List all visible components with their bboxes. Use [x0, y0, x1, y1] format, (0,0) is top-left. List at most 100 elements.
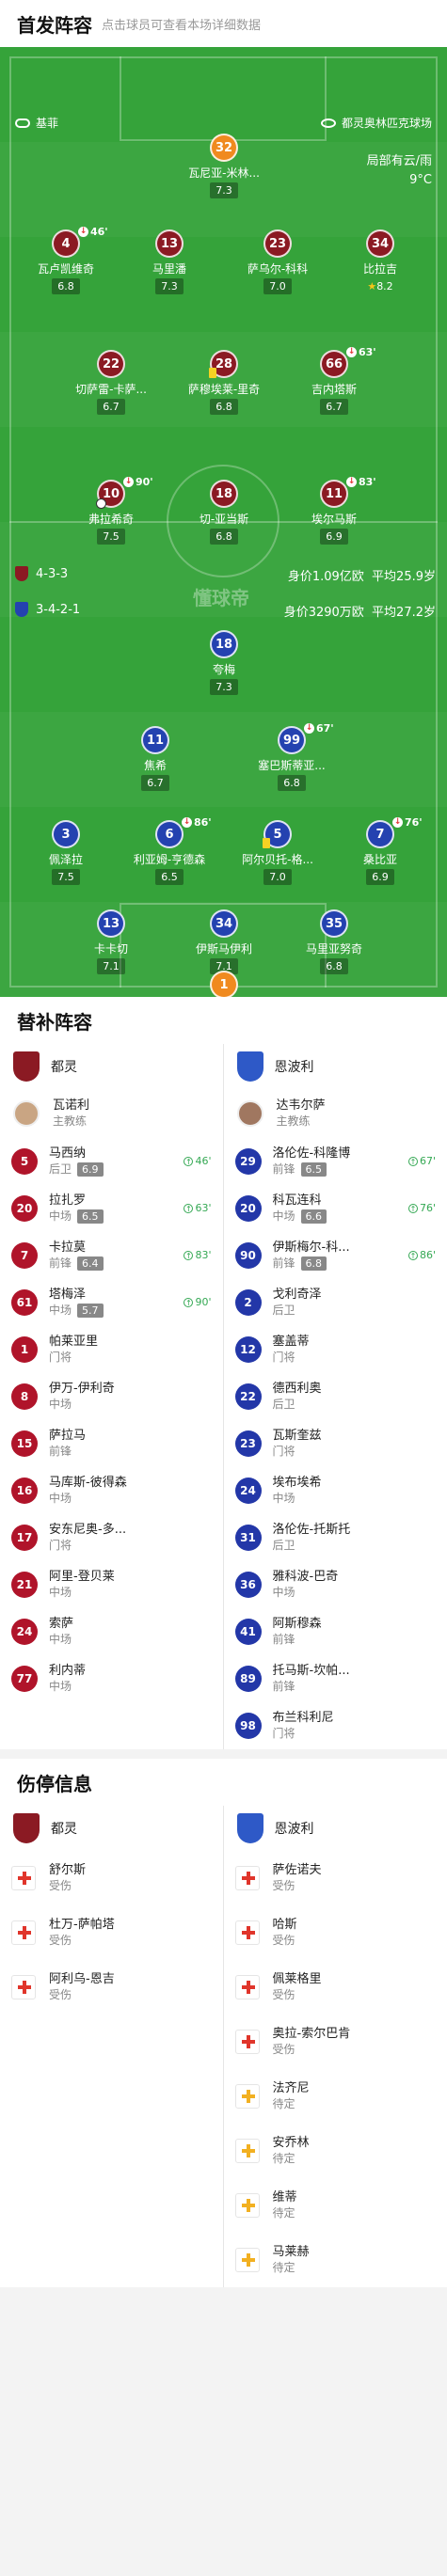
- bench-player[interactable]: 7 卡拉莫 前锋 6.4 ↑ 83': [0, 1232, 223, 1279]
- bench-player[interactable]: 77 利内蒂 中场: [0, 1655, 223, 1702]
- position-row: 后卫: [273, 1397, 322, 1413]
- bench-player[interactable]: 20 拉扎罗 中场 6.5 ↑ 63': [0, 1185, 223, 1232]
- position-row: 中场 6.6: [273, 1209, 327, 1225]
- home-valuation-text: 身价1.09亿欧: [287, 570, 364, 584]
- goal-ball-icon: [96, 498, 106, 509]
- bench-player[interactable]: 15 萨拉马 前锋: [0, 1420, 223, 1467]
- home-player[interactable]: ↓ 90' 10 弗拉希奇 7.5: [66, 476, 156, 545]
- player-rating-value: 7.3: [161, 280, 178, 292]
- bench-player[interactable]: 24 索萨 中场: [0, 1608, 223, 1655]
- bench-player[interactable]: 8 伊万-伊利奇 中场: [0, 1373, 223, 1420]
- home-player[interactable]: 22 切萨雷-卡萨... 6.7: [66, 350, 156, 415]
- bench-player[interactable]: 29 洛伦佐-科隆博 前锋 6.5 ↑ 67': [224, 1138, 447, 1185]
- injuries-home-team[interactable]: 都灵: [0, 1806, 223, 1851]
- player-number-text: 11: [146, 733, 165, 748]
- injury-item[interactable]: 法齐尼 待定: [224, 2069, 447, 2124]
- bench-player[interactable]: 24 埃布埃希 中场: [224, 1467, 447, 1514]
- injury-item[interactable]: 马莱赫 待定: [224, 2233, 447, 2287]
- bench-home-team[interactable]: 都灵: [0, 1044, 223, 1089]
- away-player[interactable]: 34 伊斯马伊利 7.1: [179, 909, 269, 974]
- injury-item[interactable]: 安乔林 待定: [224, 2124, 447, 2178]
- injury-item[interactable]: 杜万-萨帕塔 受伤: [0, 1905, 223, 1960]
- away-coach[interactable]: 达韦尔萨 主教练: [224, 1089, 447, 1138]
- player-name: 阿斯穆森: [272, 1617, 322, 1631]
- sub-in-arrow-icon: ↑: [184, 1297, 194, 1307]
- home-player[interactable]: 13 马里潘 7.3: [124, 229, 215, 294]
- away-player[interactable]: 3 佩泽拉 7.5: [21, 820, 111, 885]
- bench-away-team[interactable]: 恩波利: [224, 1044, 447, 1089]
- bench-player[interactable]: 22 德西利奥 后卫: [224, 1373, 447, 1420]
- player-rating: 6.7: [97, 399, 125, 415]
- sub-arrow-icon: ↓: [123, 477, 134, 487]
- bench-player[interactable]: 31 洛伦佐-托斯托 后卫: [224, 1514, 447, 1561]
- injury-item[interactable]: 佩莱格里 受伤: [224, 1960, 447, 2015]
- bench-player[interactable]: 17 安东尼奥-多... 门将: [0, 1514, 223, 1561]
- player-rating: 6.8: [278, 775, 306, 791]
- home-player[interactable]: 18 切-亚当斯 6.8: [179, 480, 269, 545]
- player-name: 布兰科利尼: [272, 1711, 334, 1725]
- away-player[interactable]: 13 卡卡切 7.1: [66, 909, 156, 974]
- bench-player[interactable]: 89 托马斯-坎帕... 前锋: [224, 1655, 447, 1702]
- home-player[interactable]: 32 瓦尼亚-米林... 7.3: [179, 134, 269, 198]
- medical-cross-icon: [11, 1975, 36, 1999]
- bench-player[interactable]: 21 阿里-登贝莱 中场: [0, 1561, 223, 1608]
- away-player[interactable]: ↓ 76' 7 桑比亚 6.9: [335, 816, 425, 885]
- player-rating-value: 6.8: [57, 280, 74, 292]
- injuries-section: 都灵 舒尔斯 受伤 杜万-萨帕塔 受伤 阿利乌-恩吉 受伤 恩波利 萨佐诺夫 受伤 哈斯 受伤佩…: [0, 1806, 447, 2287]
- player-number: 23: [234, 1430, 262, 1457]
- injuries-home-team-name: 都灵: [51, 1822, 77, 1837]
- player-name: 安乔林: [272, 2136, 310, 2150]
- home-player[interactable]: ↓ 83' 11 埃尔马斯 6.9: [289, 476, 379, 545]
- bench-player[interactable]: 90 伊斯梅尔-科... 前锋 6.8 ↑ 86': [224, 1232, 447, 1279]
- player-number-text: 1: [219, 977, 229, 992]
- away-player[interactable]: 11 焦希 6.7: [110, 726, 200, 791]
- player-number: 18: [210, 630, 238, 658]
- injury-item[interactable]: 阿利乌-恩吉 受伤: [0, 1960, 223, 2015]
- bench-player[interactable]: 2 戈利奇泽 后卫: [224, 1279, 447, 1326]
- player-position: 门将: [49, 1351, 72, 1364]
- bench-player[interactable]: 98 布兰科利尼 门将: [224, 1702, 447, 1749]
- bench-player[interactable]: 23 瓦斯奎兹 门将: [224, 1420, 447, 1467]
- home-player[interactable]: 28 萨穆埃莱-里奇 6.8: [179, 350, 269, 415]
- injuries-away-team[interactable]: 恩波利: [224, 1806, 447, 1851]
- yellow-card-icon: [263, 838, 270, 848]
- bench-player[interactable]: 12 塞盖蒂 门将: [224, 1326, 447, 1373]
- away-player[interactable]: 18 夸梅 7.3: [179, 630, 269, 695]
- bench-player[interactable]: 36 雅科波-巴奇 中场: [224, 1561, 447, 1608]
- referee-info: 基菲: [15, 115, 58, 131]
- home-coach[interactable]: 瓦诺利 主教练: [0, 1089, 223, 1138]
- sub-minute: 63': [359, 346, 376, 358]
- injuries-header: 伤停信息: [0, 1759, 447, 1806]
- away-player[interactable]: 35 马里亚努奇 6.8: [289, 909, 379, 974]
- player-number-text: 18: [215, 486, 233, 501]
- away-player[interactable]: 5 阿尔贝托-格... 7.0: [232, 820, 323, 885]
- player-number: 34: [210, 909, 238, 938]
- position-row: 前锋 6.4: [49, 1256, 104, 1272]
- bench-player[interactable]: 16 马库斯-彼得森 中场: [0, 1467, 223, 1514]
- bench-player[interactable]: 1 帕莱亚里 门将: [0, 1326, 223, 1373]
- home-player[interactable]: 23 萨乌尔-科科 7.0: [232, 229, 323, 294]
- injury-item[interactable]: 奥拉-索尔巴肯 受伤: [224, 2015, 447, 2069]
- injury-item[interactable]: 舒尔斯 受伤: [0, 1851, 223, 1905]
- bench-player-info: 塔梅泽 中场 5.7: [49, 1287, 104, 1319]
- sub-minute: 90': [136, 476, 153, 488]
- player-name: 瓦斯奎兹: [272, 1429, 322, 1443]
- bench-player[interactable]: 20 科瓦连科 中场 6.6 ↑ 76': [224, 1185, 447, 1232]
- home-player[interactable]: ↓ 63' 66 吉内塔斯 6.7: [289, 346, 379, 415]
- away-player[interactable]: ↓ 67' 99 塞巴斯蒂亚... 6.8: [247, 722, 337, 791]
- bench-player[interactable]: 5 马西纳 后卫 6.9 ↑ 46': [0, 1138, 223, 1185]
- player-rating: 7.0: [263, 278, 292, 294]
- home-player[interactable]: 34 比拉吉 ★8.2: [335, 229, 425, 294]
- bench-player[interactable]: 61 塔梅泽 中场 5.7 ↑ 90': [0, 1279, 223, 1326]
- home-avg-age: 平均25.9岁: [372, 570, 436, 584]
- player-rating: 6.4: [77, 1256, 104, 1271]
- injury-item[interactable]: 萨佐诺夫 受伤: [224, 1851, 447, 1905]
- away-player[interactable]: ↓ 86' 6 利亚姆-亨德森 6.5: [124, 816, 215, 885]
- injury-item[interactable]: 维蒂 待定: [224, 2178, 447, 2233]
- lineup-title: 首发阵容: [17, 13, 92, 37]
- home-player[interactable]: ↓ 46' 4 瓦卢凯维奇 6.8: [21, 226, 111, 294]
- injury-item[interactable]: 哈斯 受伤: [224, 1905, 447, 1960]
- player-number: 89: [234, 1666, 262, 1692]
- bench-player[interactable]: 41 阿斯穆森 前锋: [224, 1608, 447, 1655]
- away-player[interactable]: 1西尔维斯特里6.9: [179, 971, 269, 997]
